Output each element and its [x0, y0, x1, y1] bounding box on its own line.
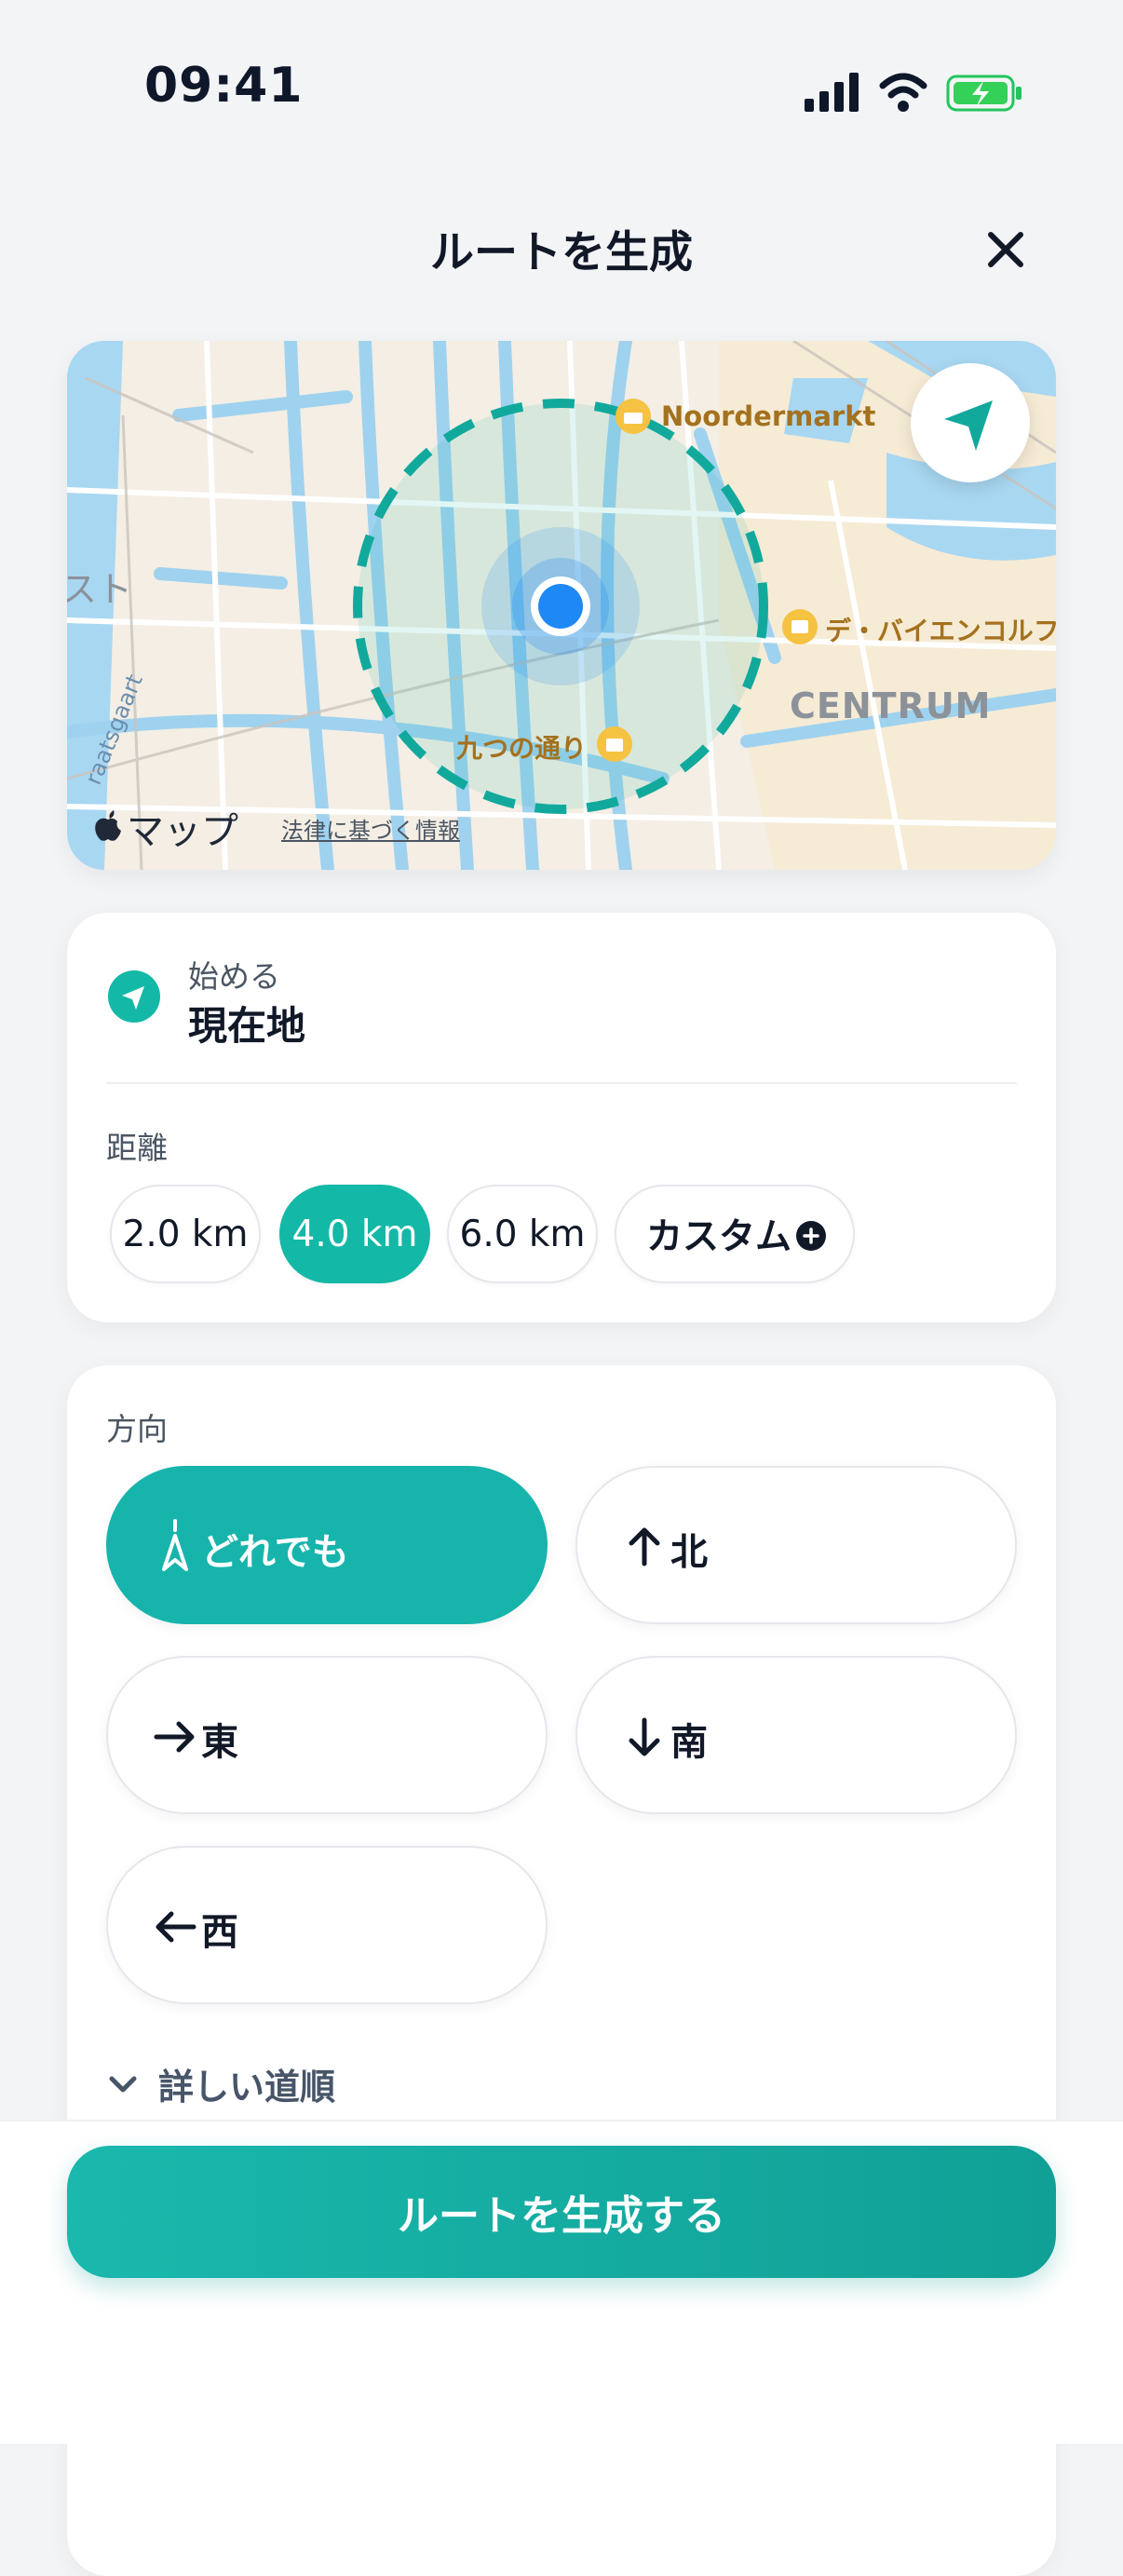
chevron-down-icon[interactable] [104, 2066, 142, 2103]
signal-icon [805, 73, 859, 112]
plus-circle-icon [796, 1221, 826, 1251]
district-label: CENTRUM [790, 685, 992, 726]
custom-label: カスタム [646, 1216, 792, 1258]
partial-label: スト [67, 569, 133, 610]
distance-chip-6km[interactable]: 6.0 km [447, 1185, 598, 1283]
direction-south-label: 南 [670, 1721, 708, 1764]
generate-route-button[interactable]: ルートを生成する [67, 2146, 1056, 2278]
wifi-icon [879, 73, 927, 112]
legal-link[interactable]: 法律に基づく情報 [281, 812, 460, 845]
battery-icon [946, 75, 1022, 112]
direction-west[interactable]: 西 [106, 1846, 548, 2004]
details-toggle[interactable]: 詳しい道順 [158, 2058, 335, 2109]
distance-label: 距離 [106, 1130, 168, 1166]
map-view[interactable]: Noordermarkt デ・バイエンコルフ 九つの通り CENTRUM スト … [67, 341, 1056, 870]
divider [106, 1082, 1017, 1084]
arrow-up-icon [629, 1527, 660, 1566]
status-icons [805, 73, 1022, 112]
direction-east-label: 東 [201, 1721, 238, 1764]
poi-debijenkorf[interactable]: デ・バイエンコルフ [825, 611, 1056, 648]
start-location-icon [108, 970, 160, 1023]
arrow-left-icon [156, 1911, 196, 1943]
direction-north-label: 北 [670, 1531, 708, 1574]
page-title: ルートを生成 [430, 227, 693, 278]
direction-any-label: どれでも [201, 1531, 349, 1574]
apple-logo-icon [95, 810, 121, 841]
close-icon[interactable] [978, 222, 1034, 278]
recenter-button[interactable] [911, 363, 1030, 482]
poi-nine-streets[interactable]: 九つの通り [456, 728, 587, 766]
arrow-right-icon [154, 1721, 195, 1753]
compass-any-icon [162, 1519, 188, 1571]
start-card: 始める 現在地 距離 2.0 km 4.0 km 6.0 km カスタム [67, 913, 1056, 1322]
map-attribution: マップ [127, 810, 238, 853]
direction-north[interactable]: 北 [575, 1466, 1017, 1624]
arrow-down-icon [629, 1717, 660, 1756]
direction-any[interactable]: どれでも [106, 1466, 548, 1624]
start-value[interactable]: 現在地 [188, 995, 305, 1051]
location-arrow-icon [944, 400, 993, 451]
distance-chip-2km[interactable]: 2.0 km [110, 1185, 261, 1283]
distance-chip-custom[interactable]: カスタム [615, 1185, 855, 1283]
start-label: 始める [188, 958, 280, 995]
direction-west-label: 西 [201, 1911, 238, 1954]
direction-east[interactable]: 東 [106, 1656, 548, 1814]
map-background [67, 341, 1056, 870]
direction-label: 方向 [106, 1411, 168, 1447]
distance-chip-4km[interactable]: 4.0 km [279, 1185, 430, 1283]
status-time: 09:41 [144, 58, 304, 114]
poi-noordermarkt[interactable]: Noordermarkt [661, 400, 875, 432]
direction-south[interactable]: 南 [575, 1656, 1017, 1814]
